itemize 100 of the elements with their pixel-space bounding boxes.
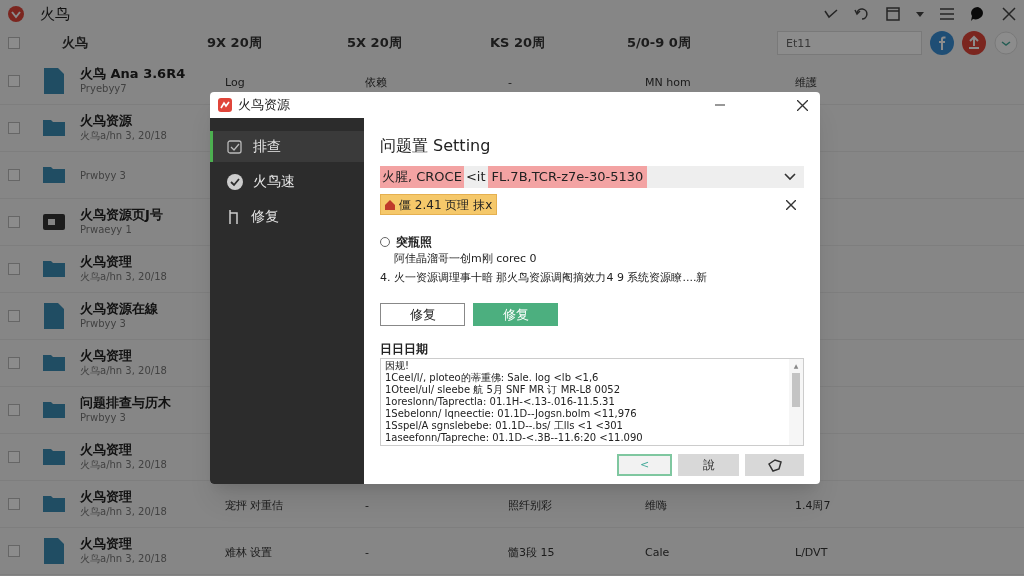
table-cell: 维護 (795, 76, 817, 89)
nav-item[interactable]: 火鸟速 (210, 166, 364, 197)
badge-text: 僵 2.41 页理 抹x (399, 196, 493, 214)
undo-icon[interactable] (854, 7, 870, 21)
home-icon (385, 199, 395, 210)
table-cell: 难林 设置 (225, 546, 273, 559)
dialog-title: 火鸟资源 (238, 96, 290, 115)
log-line: 1aseefonn/Tapreche: 01.1D-<.3B--11.6:20 <11.090 (385, 432, 644, 445)
radio-button[interactable] (380, 237, 390, 248)
checkbox-icon (227, 139, 243, 154)
document-icon (44, 538, 64, 564)
nav-item[interactable]: 修复 (210, 201, 364, 232)
app-logo-icon (8, 6, 24, 22)
close-icon[interactable] (797, 99, 808, 111)
folder-icon (43, 355, 65, 371)
checkbox[interactable] (8, 404, 20, 416)
chevron-down-icon (784, 173, 796, 182)
table-cell: Cale (645, 546, 670, 559)
column-header[interactable]: 5X 20周 (347, 35, 402, 51)
shield-icon (767, 458, 782, 472)
document-icon (44, 303, 64, 329)
folder-icon (43, 496, 65, 512)
close-icon[interactable] (786, 199, 796, 210)
checkbox[interactable] (8, 37, 20, 49)
select-text: <it (464, 168, 487, 187)
checkbox[interactable] (8, 263, 20, 275)
minimize-icon[interactable] (715, 104, 725, 106)
file-name[interactable]: 火鸟资理 (80, 536, 225, 551)
action-button[interactable]: 說 (678, 454, 739, 476)
scrollbar-thumb[interactable] (792, 373, 800, 408)
checkbox[interactable] (8, 498, 20, 510)
log-line: 因规! (385, 360, 410, 373)
checkbox[interactable] (8, 75, 20, 87)
file-name[interactable]: 火鸟 Ana 3.6R4 (80, 66, 225, 81)
chevron-down-icon[interactable] (994, 31, 1018, 55)
checkbox[interactable] (8, 310, 20, 322)
table-cell: 照纤别彩 (508, 499, 552, 512)
folder-icon (43, 261, 65, 277)
app-logo-icon (218, 98, 232, 112)
nav-item[interactable]: 排查 (210, 131, 364, 162)
log-line: 1Sspel/A sgnslebebe: 01.1D--.bs/ 工lls <1 <301 (385, 420, 624, 433)
folder-icon (43, 167, 65, 183)
file-name[interactable]: 火鸟资理 (80, 489, 225, 504)
table-cell: Log (225, 76, 245, 89)
app-title: 火鸟 (40, 3, 70, 25)
back-button[interactable]: < (617, 454, 672, 476)
option-description: 阿佳晶溜哥一创m刚 corec 0 (394, 251, 538, 268)
image-icon (43, 214, 65, 230)
table-cell: - (365, 499, 369, 512)
checkbox[interactable] (8, 169, 20, 181)
folder-icon (43, 402, 65, 418)
column-header[interactable]: 9X 20周 (207, 35, 262, 51)
repair-button[interactable]: 修复 (380, 303, 465, 327)
table-cell: L/DVT (795, 546, 828, 559)
table-cell: MN hom (645, 76, 691, 89)
table-cell: - (508, 76, 512, 89)
search-field[interactable]: Et11 (777, 31, 922, 55)
window-icon[interactable] (886, 7, 900, 21)
table-cell: 1.4周7 (795, 499, 831, 512)
folder-icon (43, 120, 65, 136)
column-header[interactable]: KS 20周 (490, 35, 546, 51)
column-header[interactable]: 5/0-9 0周 (627, 35, 691, 51)
chat-icon[interactable] (970, 6, 986, 22)
table-cell: - (365, 546, 369, 559)
log-line: 1Sebelonn/ Iqneectie: 01.1D--Jogsn.bolm <11,976 (385, 408, 638, 421)
document-icon (44, 68, 64, 94)
log-line: 1Oteel/ul/ sleebe 航 5月 SNF MR 订 MR-L8 0052 (385, 384, 621, 397)
file-details: Pryebyy7 (80, 82, 128, 96)
option-label: 突瓶照 (396, 234, 432, 252)
checkbox[interactable] (8, 545, 20, 557)
table-cell: 髓3段 15 (508, 546, 555, 559)
shield-button[interactable] (745, 454, 804, 476)
checkbox[interactable] (8, 357, 20, 369)
menu-icon[interactable] (940, 8, 954, 20)
table-cell: 维嗨 (645, 499, 667, 512)
check-circle-icon (227, 173, 243, 190)
log-label: 日日日期 (380, 341, 429, 359)
select-field[interactable]: 火腥, CROCE <it FL.7B,TCR-z7e-30-5130 (380, 166, 804, 189)
checkbox[interactable] (8, 122, 20, 134)
checkbox[interactable] (8, 451, 20, 463)
section-heading: 问题置 Setting (380, 135, 492, 157)
file-details: Prwbyy 3 (80, 411, 127, 425)
column-header[interactable]: 火鸟 (62, 35, 88, 51)
upload-icon[interactable] (962, 31, 986, 55)
chevron-icon[interactable] (824, 9, 838, 19)
file-details: Prwbyy 3 (80, 317, 127, 331)
folder-icon (43, 449, 65, 465)
note-text: 4. 火一资源调理事十暗 那火鸟资源调阉摘效力4 9 系统资源瞭....新 (380, 269, 709, 286)
highlighted-text: FL.7B,TCR-z7e-30-5130 (487, 166, 648, 189)
log-line: 1oreslonn/Taprectla: 01.1H-<.13-.016-11.5.31 (385, 396, 616, 409)
facebook-icon[interactable] (930, 31, 954, 55)
table-cell: 依赖 (365, 76, 387, 89)
file-details: Prwaeyy 1 (80, 223, 133, 237)
dropdown-icon[interactable] (916, 11, 924, 17)
repair-button[interactable]: 修复 (473, 303, 558, 327)
highlighted-text: 火腥, CROCE (380, 166, 464, 189)
table-cell: 宠抨 对重佶 (225, 499, 284, 512)
checkbox[interactable] (8, 216, 20, 228)
file-details: Prwbyy 3 (80, 168, 127, 183)
log-line: 1Ceel/l/, ploteo的蒂重佛: Sale. log <lb <1,6 (385, 372, 600, 384)
